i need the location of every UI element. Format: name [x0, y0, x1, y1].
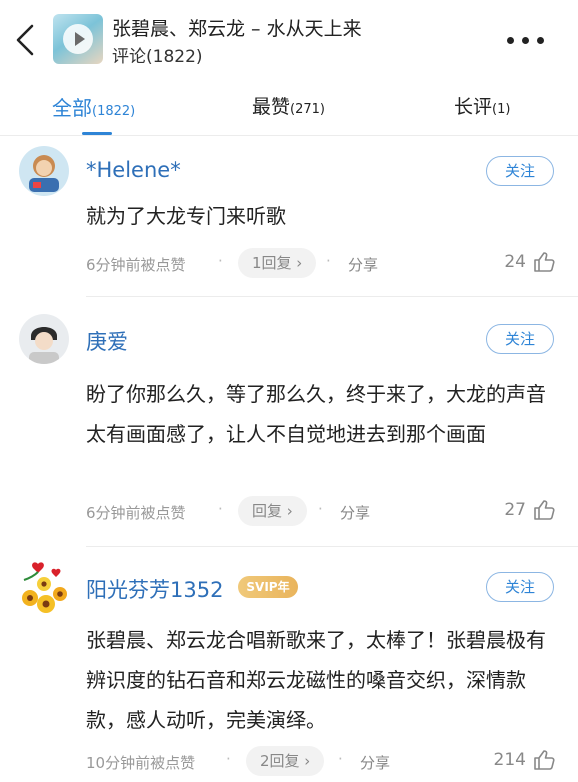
like-count: 214	[493, 750, 526, 770]
tab-all-label: 全部	[52, 96, 92, 120]
avatar[interactable]	[19, 146, 69, 196]
username[interactable]: 庚爱	[86, 326, 128, 356]
reply-button[interactable]: 1回复 ›	[238, 248, 317, 278]
like-time: 6分钟前被点赞	[86, 504, 186, 522]
comment-text: 盼了你那么久，等了那么久，终于来了，大龙的声音太有画面感了，让人不自觉地进去到那…	[86, 382, 546, 446]
comment-item: 阳光芬芳1352 SVIP年 关注 张碧晨、郑云龙合唱新歌来了，太棒了！张碧晨极…	[0, 546, 578, 782]
song-title: 张碧晨、郑云龙 – 水从天上来	[112, 18, 362, 40]
share-button[interactable]: 分享	[340, 502, 370, 523]
like-button[interactable]: 27	[476, 496, 556, 526]
share-button[interactable]: 分享	[348, 254, 378, 275]
like-count: 27	[504, 500, 526, 520]
tab-top-label: 最赞	[252, 96, 291, 118]
comment-tabs: 全部(1822) 最赞(271) 长评(1)	[0, 80, 578, 136]
separator-dot: ·	[318, 500, 323, 518]
avatar[interactable]	[19, 314, 69, 364]
song-cover[interactable]	[53, 14, 103, 64]
tab-long-label: 长评	[454, 96, 493, 118]
back-arrow-icon[interactable]	[12, 22, 38, 58]
separator-dot: ·	[338, 750, 343, 768]
comment-item: 庚爱 关注 盼了你那么久，等了那么久，终于来了，大龙的声音太有画面感了，让人不自…	[0, 296, 578, 547]
comment-item: *Helene* 关注 就为了大龙专门来听歌 6分钟前被点赞 · 1回复 › ·…	[0, 136, 578, 297]
avatar[interactable]	[16, 560, 72, 616]
comment-text: 就为了大龙专门来听歌	[86, 204, 286, 228]
thumbs-up-icon	[534, 252, 555, 272]
tab-all[interactable]: 全部(1822)	[52, 92, 135, 121]
like-button[interactable]: 214	[466, 746, 556, 776]
tab-top[interactable]: 最赞(271)	[252, 92, 325, 119]
tab-top-count: (271)	[290, 102, 325, 117]
active-tab-indicator	[82, 132, 112, 135]
separator-dot: ·	[218, 252, 223, 270]
comment-count-title: 评论(1822)	[112, 47, 203, 67]
play-icon[interactable]	[63, 24, 93, 54]
reply-button[interactable]: 2回复 ›	[246, 746, 325, 776]
share-button[interactable]: 分享	[360, 752, 390, 773]
reply-button[interactable]: 回复 ›	[238, 496, 307, 526]
thumbs-up-icon	[534, 750, 555, 770]
svip-badge: SVIP年	[238, 576, 298, 598]
follow-button[interactable]: 关注	[486, 324, 554, 354]
like-count: 24	[504, 252, 526, 272]
separator-dot: ·	[226, 750, 231, 768]
like-time: 6分钟前被点赞	[86, 256, 186, 274]
like-time: 10分钟前被点赞	[86, 754, 196, 772]
follow-button[interactable]: 关注	[486, 572, 554, 602]
header-bar: 张碧晨、郑云龙 – 水从天上来 评论(1822)	[0, 0, 578, 80]
comment-text: 张碧晨、郑云龙合唱新歌来了，太棒了！张碧晨极有辨识度的钻石音和郑云龙磁性的嗓音交…	[86, 628, 546, 732]
more-options-icon[interactable]	[503, 30, 549, 50]
username[interactable]: *Helene*	[86, 158, 181, 182]
tab-long-count: (1)	[492, 102, 511, 117]
username[interactable]: 阳光芬芳1352	[86, 574, 223, 604]
tab-all-count: (1822)	[92, 104, 136, 119]
separator-dot: ·	[218, 500, 223, 518]
separator-dot: ·	[326, 252, 331, 270]
thumbs-up-icon	[534, 500, 555, 520]
tab-long[interactable]: 长评(1)	[454, 92, 510, 119]
follow-button[interactable]: 关注	[486, 156, 554, 186]
like-button[interactable]: 24	[476, 248, 556, 278]
